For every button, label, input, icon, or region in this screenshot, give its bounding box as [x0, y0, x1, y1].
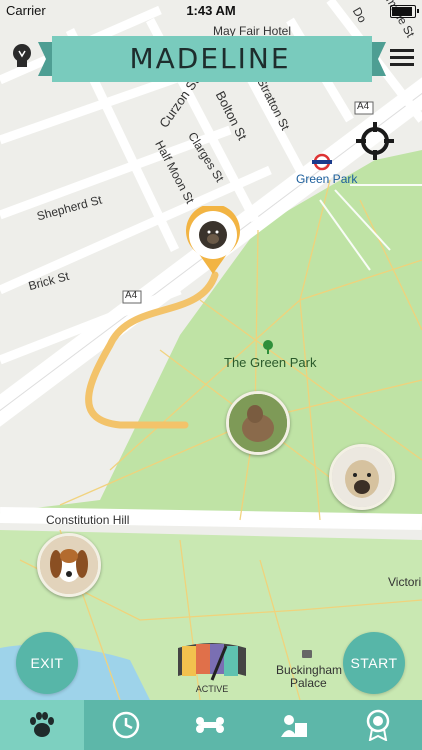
paw-icon: [30, 712, 54, 737]
tab-treats[interactable]: [168, 700, 252, 750]
map-label-palace: Palace: [290, 676, 327, 690]
menu-icon[interactable]: [390, 47, 414, 67]
dog-photo: [40, 536, 98, 594]
lightbulb-icon[interactable]: [10, 42, 34, 70]
dog-photo: [332, 447, 392, 507]
dog-avatar-kangal[interactable]: [329, 444, 395, 510]
clock-icon: [112, 711, 140, 739]
map-label-victoria: Victori: [388, 575, 422, 589]
tab-walk[interactable]: [0, 700, 84, 750]
activity-meter[interactable]: ACTIVE: [172, 640, 252, 696]
map-label-the-green-park: The Green Park: [224, 355, 317, 370]
award-icon: [366, 709, 390, 741]
clock-label: 1:43 AM: [186, 3, 236, 18]
map-label-a4-left: A4: [125, 290, 138, 301]
map-label-a4-top: A4: [357, 101, 370, 112]
bone-icon: [196, 717, 224, 733]
camera-poi-icon: [302, 650, 312, 658]
battery-icon: [390, 5, 416, 18]
activity-meter-icon: [178, 643, 246, 681]
tab-awards[interactable]: [336, 700, 420, 750]
person-card-icon: [281, 715, 307, 737]
current-dog-location-pin[interactable]: [184, 203, 242, 276]
tab-history[interactable]: [84, 700, 168, 750]
dog-photo: [229, 394, 287, 452]
exit-button[interactable]: EXIT: [16, 632, 78, 694]
start-button[interactable]: START: [343, 632, 405, 694]
tab-profile[interactable]: [252, 700, 336, 750]
tab-bar: [0, 700, 422, 750]
locate-me-icon[interactable]: [356, 122, 394, 160]
map-label-buckingham: Buckingham: [276, 663, 343, 677]
map-label-green-park-station: Green Park: [296, 172, 358, 186]
map-label-constitution-hill: Constitution Hill: [46, 513, 130, 527]
active-label: ACTIVE: [195, 684, 229, 694]
dog-avatar-wolfhound[interactable]: [226, 391, 290, 455]
page-title: MADELINE: [129, 42, 291, 75]
status-bar: Carrier 1:43 AM: [0, 0, 422, 22]
dog-avatar-beagle[interactable]: [37, 533, 101, 597]
